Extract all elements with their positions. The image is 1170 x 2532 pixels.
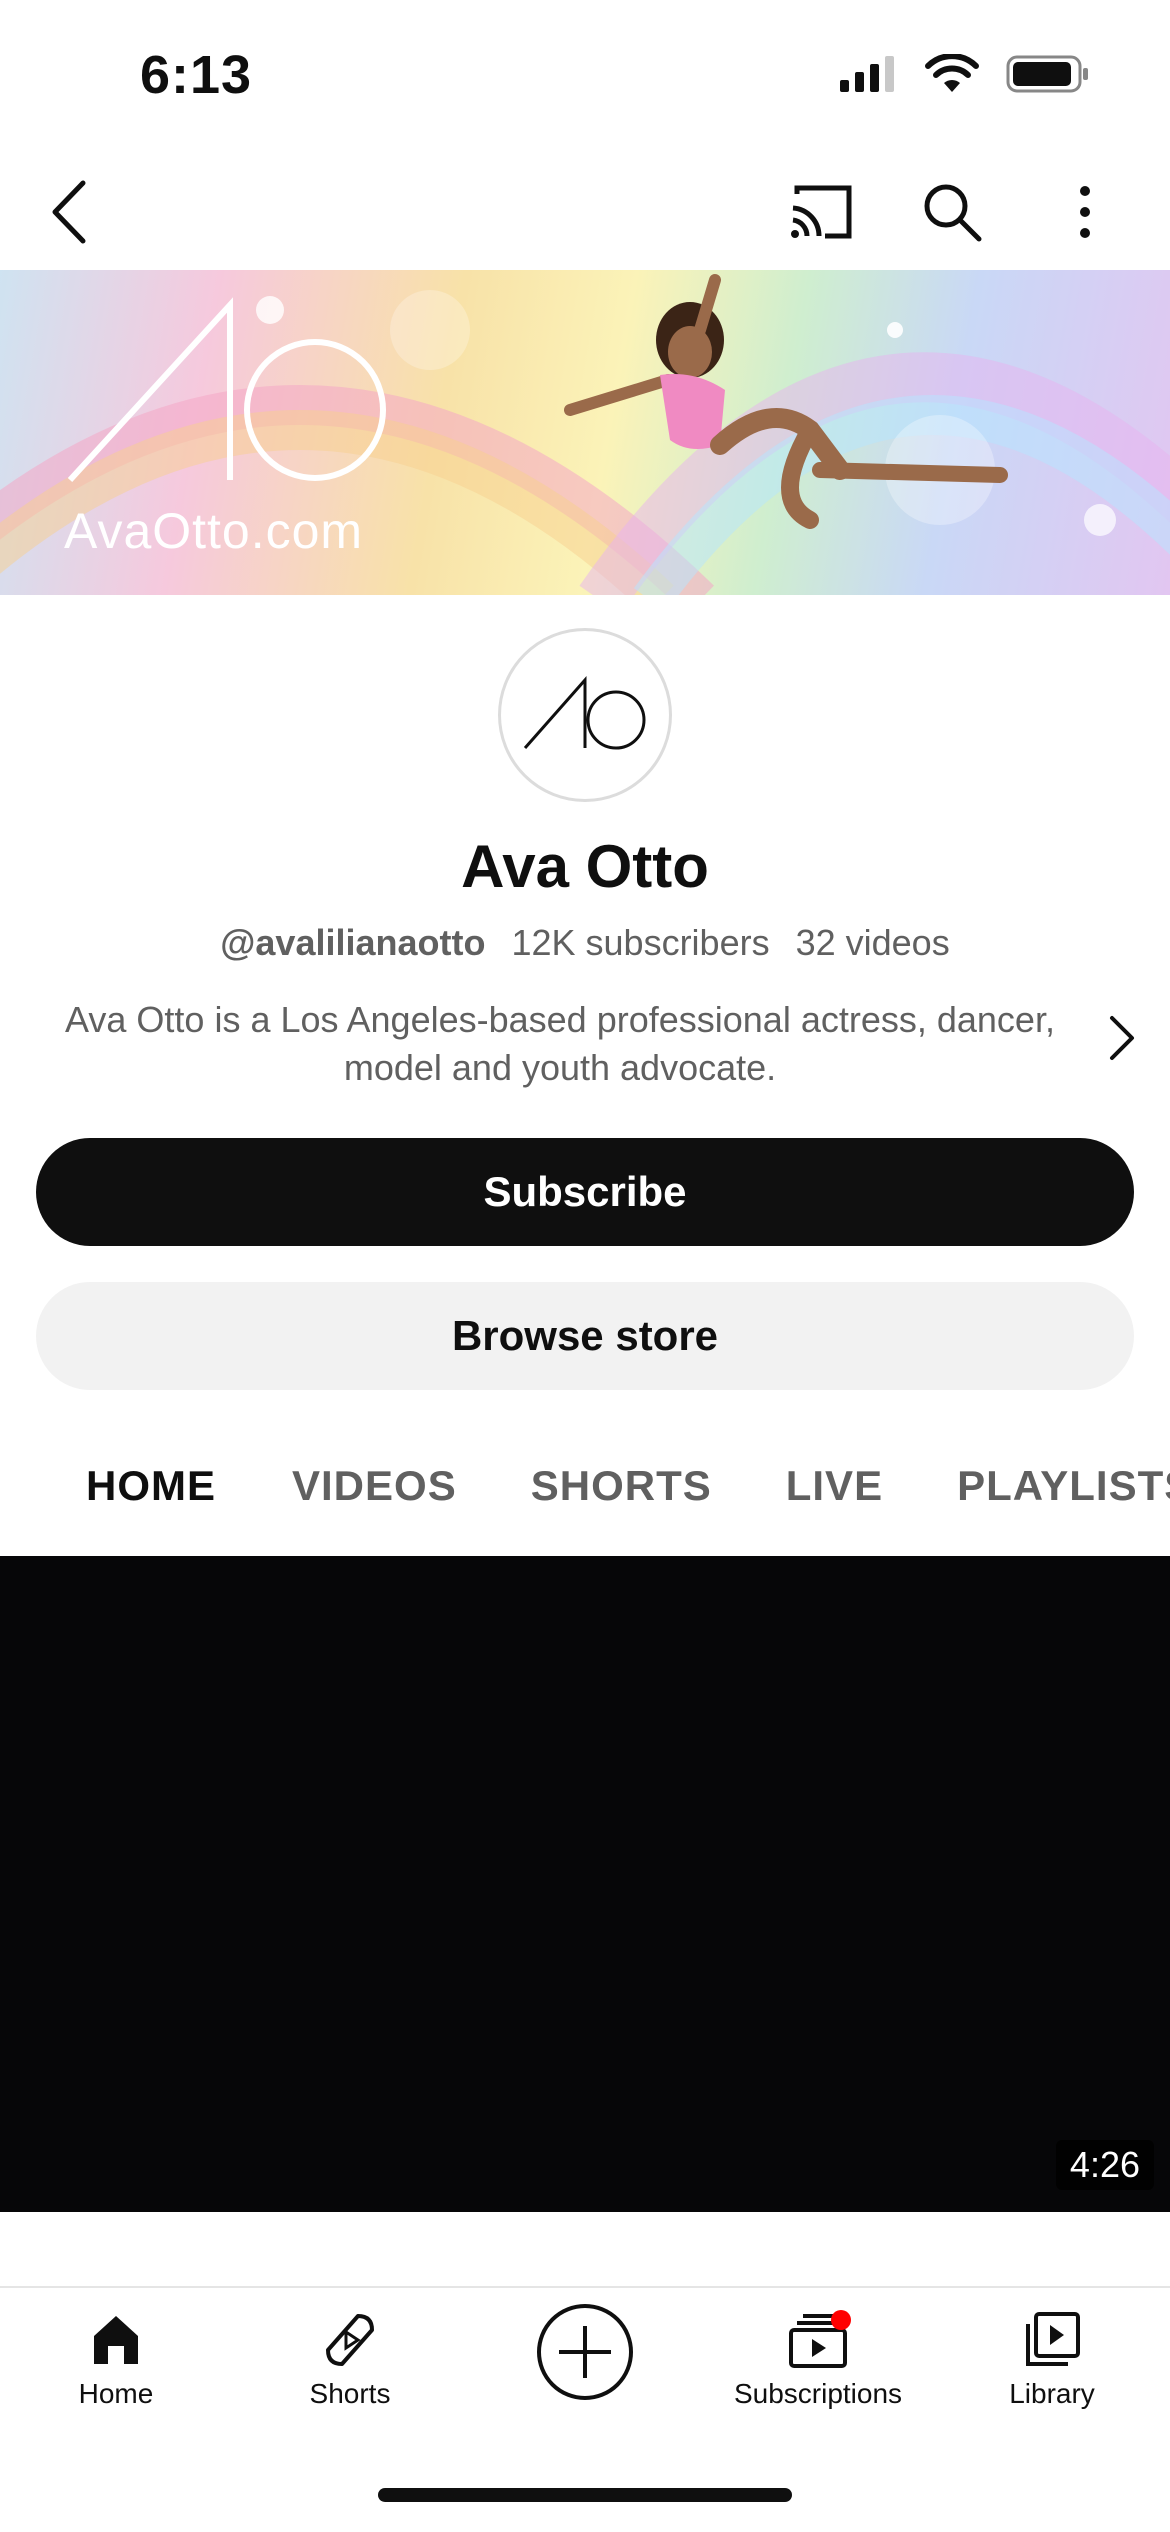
cast-icon[interactable]	[782, 172, 862, 252]
library-icon	[1026, 2312, 1080, 2366]
channel-description[interactable]: Ava Otto is a Los Angeles-based professi…	[60, 996, 1060, 1092]
tab-shorts[interactable]: SHORTS	[531, 1434, 712, 1554]
home-icon	[94, 2316, 138, 2364]
channel-name: Ava Otto	[461, 833, 709, 900]
banner-url-text: AvaOtto.com	[64, 503, 364, 559]
channel-tabs: HOME VIDEOS SHORTS LIVE PLAYLISTS	[0, 1434, 1170, 1554]
bottom-nav-subscriptions[interactable]: Subscriptions	[718, 2310, 918, 2410]
description-line: model and youth advocate.	[343, 1047, 777, 1088]
tab-playlists[interactable]: PLAYLISTS	[957, 1434, 1170, 1554]
video-duration: 4:26	[1055, 2140, 1154, 2190]
home-indicator	[378, 2488, 792, 2502]
status-icons	[838, 54, 1090, 94]
bottom-nav-library[interactable]: Library	[952, 2310, 1152, 2410]
tab-live[interactable]: LIVE	[786, 1434, 883, 1554]
tab-videos[interactable]: VIDEOS	[292, 1434, 457, 1554]
shorts-icon	[326, 2314, 374, 2366]
top-nav	[0, 150, 1170, 270]
video-count: 32 videos	[795, 922, 950, 963]
chevron-right-icon[interactable]	[1100, 1010, 1144, 1066]
battery-icon	[1006, 55, 1088, 93]
channel-handle: @avalilianaotto	[220, 922, 486, 963]
back-icon[interactable]	[30, 172, 110, 252]
subscriber-count: 12K subscribers	[511, 922, 770, 963]
bottom-nav-home[interactable]: Home	[16, 2310, 216, 2410]
bottom-nav-shorts[interactable]: Shorts	[250, 2310, 450, 2410]
wifi-icon	[925, 54, 979, 92]
channel-meta: @avalilianaotto 12K subscribers 32 video…	[0, 922, 1170, 964]
channel-banner: AvaOtto.com	[0, 270, 1170, 595]
more-vertical-icon[interactable]	[1045, 172, 1125, 252]
channel-avatar[interactable]	[498, 628, 672, 802]
featured-video-player[interactable]: 4:26	[0, 1556, 1170, 2212]
create-plus-icon	[537, 2304, 633, 2400]
status-bar: 6:13	[0, 0, 1170, 150]
bottom-nav-label: Subscriptions	[733, 2378, 903, 2409]
create-button[interactable]	[485, 2302, 685, 2402]
subscriptions-icon	[789, 2310, 851, 2368]
search-icon[interactable]	[912, 172, 992, 252]
cellular-signal-icon	[840, 56, 894, 92]
bottom-nav-label: Home	[78, 2378, 154, 2409]
browse-store-button[interactable]: Browse store	[36, 1282, 1134, 1390]
tab-home[interactable]: HOME	[86, 1434, 216, 1554]
bottom-nav-label: Library	[1009, 2378, 1095, 2409]
subscribe-button[interactable]: Subscribe	[36, 1138, 1134, 1246]
description-line: Ava Otto is a Los Angeles-based professi…	[65, 999, 1055, 1040]
status-time: 6:13	[140, 45, 253, 105]
channel-logo-icon	[523, 676, 646, 750]
bottom-nav-label: Shorts	[309, 2378, 391, 2409]
